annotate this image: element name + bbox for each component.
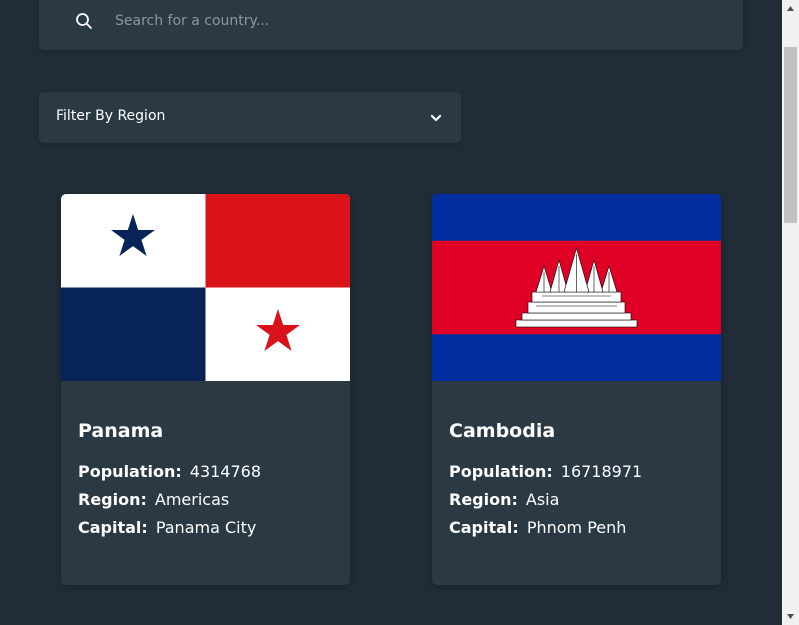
capital-label: Capital: (449, 518, 519, 537)
cambodia-flag-image (432, 194, 721, 381)
region-value: Asia (525, 490, 560, 509)
capital-value: Phnom Penh (526, 518, 627, 537)
scroll-down-arrow-icon[interactable] (782, 608, 799, 625)
population-value: 16718971 (560, 462, 643, 481)
vertical-scrollbar[interactable] (782, 0, 799, 625)
panama-flag-image (61, 194, 350, 381)
capital-row: Capital: Panama City (78, 518, 256, 537)
population-row: Population: 4314768 (78, 462, 261, 481)
region-row: Region: Asia (449, 490, 559, 509)
search-icon (76, 13, 92, 29)
scrollbar-thumb[interactable] (784, 47, 797, 223)
region-label: Region: (449, 490, 518, 509)
population-value: 4314768 (189, 462, 262, 481)
population-label: Population: (78, 462, 182, 481)
region-row: Region: Americas (78, 490, 229, 509)
capital-label: Capital: (78, 518, 148, 537)
country-card-panama[interactable]: Panama Population: 4314768 Region: America… (61, 194, 350, 585)
country-card-cambodia[interactable]: Cambodia Population: 16718971 Region: Asia… (432, 194, 721, 585)
search-input[interactable] (115, 10, 675, 32)
region-filter-dropdown[interactable]: Filter By Region (39, 92, 461, 143)
chevron-down-icon (430, 114, 442, 122)
filter-label: Filter By Region (56, 108, 166, 124)
region-value: Americas (154, 490, 230, 509)
scroll-up-arrow-icon[interactable] (782, 0, 799, 17)
capital-value: Panama City (155, 518, 257, 537)
page: Filter By Region Panama Population: 43147… (0, 0, 799, 625)
region-label: Region: (78, 490, 147, 509)
population-label: Population: (449, 462, 553, 481)
country-name: Panama (78, 420, 164, 442)
population-row: Population: 16718971 (449, 462, 642, 481)
country-name: Cambodia (449, 420, 556, 442)
capital-row: Capital: Phnom Penh (449, 518, 626, 537)
search-bar[interactable] (39, 0, 743, 50)
